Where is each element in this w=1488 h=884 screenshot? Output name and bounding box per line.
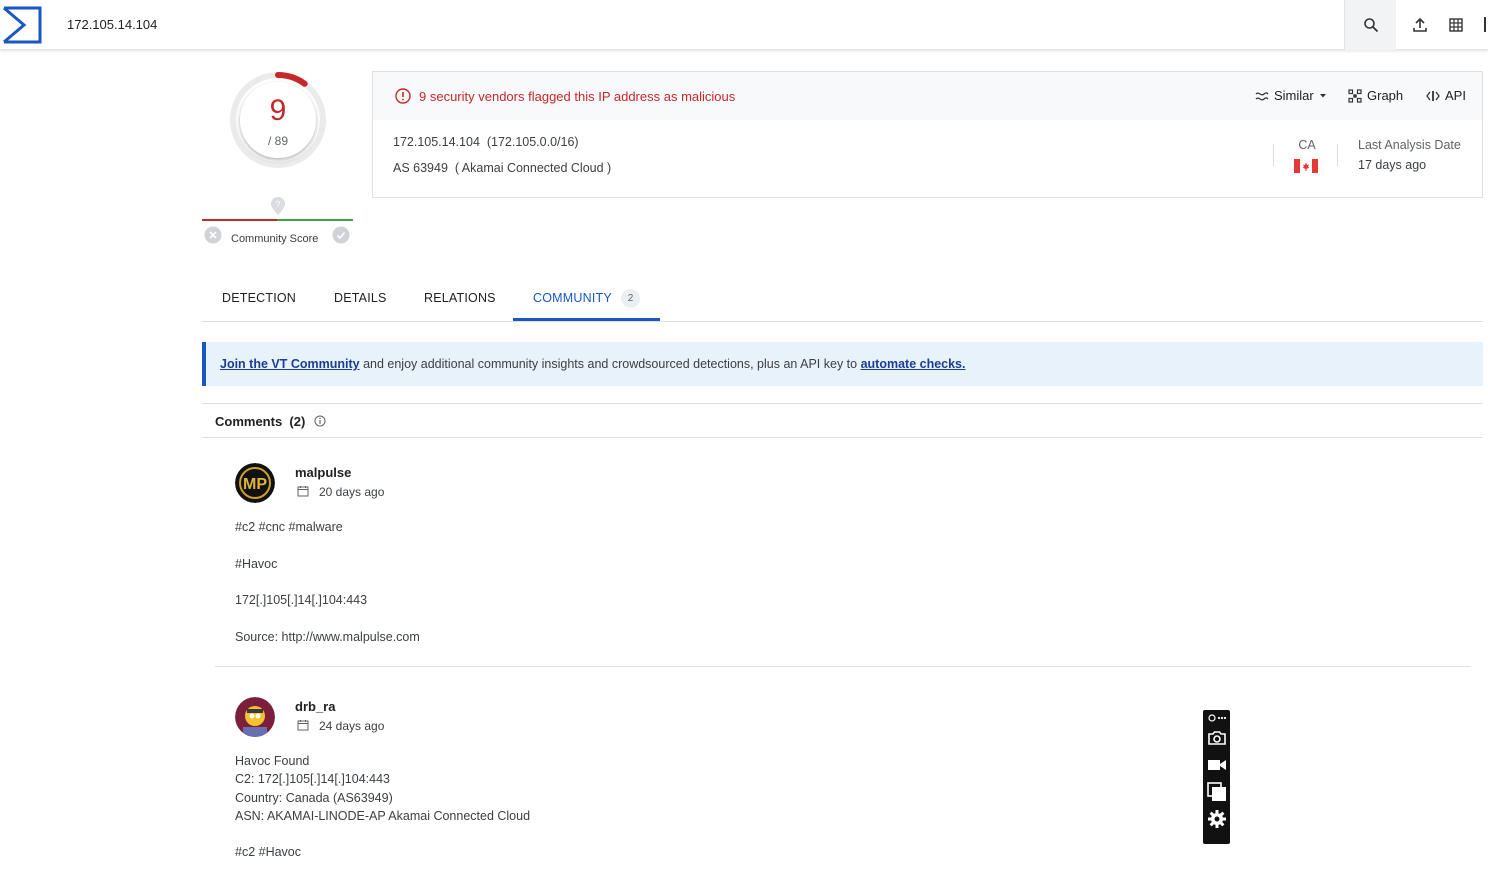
chevron-down-icon — [1319, 93, 1326, 97]
comment-divider — [215, 666, 1471, 667]
separator — [1273, 144, 1274, 166]
api-icon — [1426, 90, 1440, 101]
last-analysis-label: Last Analysis Date — [1358, 138, 1461, 152]
info-icon[interactable] — [314, 415, 326, 427]
search-button[interactable] — [1344, 0, 1396, 50]
comment-line: Source: http://www.malpulse.com — [235, 630, 420, 644]
as-owner: AS 63949 ( Akamai Connected Cloud ) — [393, 161, 612, 175]
alert-strip: 9 security vendors flagged this IP addre… — [373, 72, 1482, 120]
graph-icon — [1348, 88, 1362, 103]
search-input[interactable]: 172.105.14.104 — [67, 17, 157, 32]
comments-title-text: Comments — [215, 414, 283, 429]
graph-label: Graph — [1367, 88, 1404, 103]
community-bar-positive — [277, 219, 353, 221]
comments-count: (2) — [289, 414, 306, 429]
window-icon[interactable] — [1207, 782, 1227, 802]
comment-line: #c2 #Havoc — [235, 845, 302, 859]
comment-line: 172[.]105[.]14[.]104:443 — [235, 593, 368, 607]
gear-icon[interactable] — [1207, 809, 1227, 829]
capture-toolbar — [1203, 710, 1230, 844]
similar-icon — [1255, 91, 1269, 100]
alert-icon — [395, 88, 411, 104]
tab-details[interactable]: DETAILS — [334, 291, 387, 305]
tab-detection[interactable]: DETECTION — [222, 291, 296, 305]
banner-middle-text: and enjoy additional community insights … — [359, 357, 861, 371]
tab-relations[interactable]: RELATIONS — [424, 291, 496, 305]
comment-line: #Havoc — [235, 557, 278, 571]
upload-icon[interactable] — [1410, 15, 1430, 35]
comment-author[interactable]: malpulse — [295, 465, 351, 480]
comment-line: ASN: AKAMAI-LINODE-AP Akamai Connected C… — [235, 809, 531, 823]
similar-button[interactable]: Similar — [1255, 88, 1327, 103]
banner-text: Join the VT Community and enjoy addition… — [220, 357, 966, 371]
calendar-icon — [297, 486, 309, 497]
canada-flag — [1294, 159, 1318, 173]
comment-date: 24 days ago — [319, 719, 385, 733]
search-icon — [1363, 18, 1378, 33]
active-tab-indicator — [513, 318, 660, 321]
upvote-icon[interactable] — [332, 226, 350, 244]
comment-line: #c2 #cnc #malware — [235, 520, 343, 534]
join-community-link[interactable]: Join the VT Community — [220, 357, 360, 371]
comments-title: Comments (2) — [215, 414, 305, 429]
tab-community[interactable]: COMMUNITY — [533, 291, 612, 305]
api-label: API — [1445, 88, 1466, 103]
menu-edge[interactable] — [1484, 17, 1486, 32]
community-score-label: Community Score — [231, 233, 319, 245]
svg-text:MP: MP — [243, 476, 267, 493]
community-bar-negative — [202, 219, 277, 221]
alert-text: 9 security vendors flagged this IP addre… — [419, 89, 736, 104]
community-count-badge: 2 — [621, 289, 640, 308]
country-code: CA — [1298, 138, 1316, 152]
camera-icon[interactable] — [1207, 728, 1227, 748]
last-analysis-value: 17 days ago — [1358, 158, 1427, 172]
comment-line: Country: Canada (AS63949) — [235, 791, 393, 805]
top-bar: 172.105.14.104 — [0, 0, 1488, 50]
svg-text:?: ? — [276, 200, 281, 209]
detection-total: / 89 — [267, 134, 288, 148]
api-button[interactable]: API — [1426, 88, 1466, 103]
community-banner: Join the VT Community and enjoy addition… — [202, 342, 1483, 386]
calendar-icon — [297, 720, 309, 731]
video-icon[interactable] — [1207, 755, 1227, 775]
virustotal-logo[interactable] — [2, 6, 42, 44]
detection-count: 9 — [269, 94, 287, 127]
more-options-icon[interactable] — [1207, 712, 1227, 724]
automate-checks-link[interactable]: automate checks. — [861, 357, 966, 371]
comments-header: Comments (2) — [202, 403, 1483, 438]
comment-author[interactable]: drb_ra — [295, 699, 335, 714]
comment-line: C2: 172[.]105[.]14[.]104:443 — [235, 772, 390, 786]
ip-range: 172.105.14.104 (172.105.0.0/16) — [393, 135, 579, 149]
ip-summary-card: 9 security vendors flagged this IP addre… — [372, 71, 1483, 198]
avatar[interactable]: MP — [235, 463, 275, 503]
comment-date: 20 days ago — [319, 485, 385, 499]
similar-label: Similar — [1274, 88, 1314, 103]
community-marker-icon: ? — [271, 197, 285, 215]
downvote-icon[interactable] — [204, 226, 222, 244]
avatar[interactable] — [235, 697, 275, 737]
comment-line: Havoc Found — [235, 754, 310, 768]
separator — [1337, 144, 1338, 166]
grid-icon[interactable] — [1446, 15, 1466, 35]
graph-button[interactable]: Graph — [1348, 88, 1403, 103]
tab-bar: DETECTION DETAILS RELATIONS COMMUNITY 2 — [202, 280, 1483, 322]
